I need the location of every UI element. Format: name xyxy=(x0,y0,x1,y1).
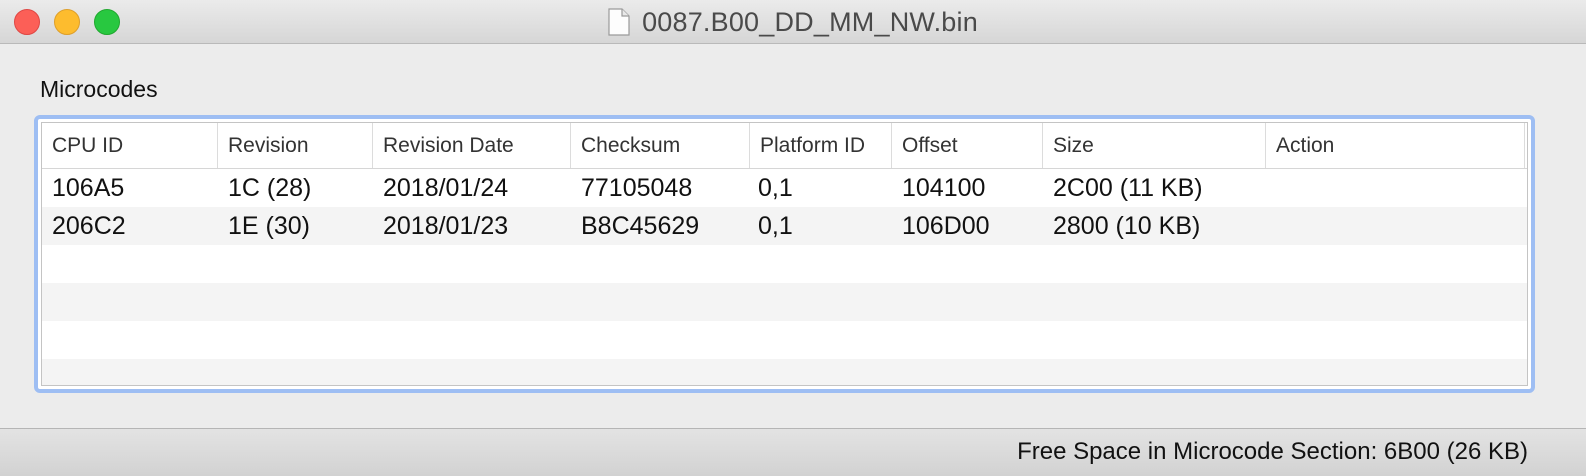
column-header-platform-id[interactable]: Platform ID xyxy=(750,123,892,168)
microcodes-label: Microcodes xyxy=(40,76,158,102)
empty-row xyxy=(42,245,1527,283)
column-header-offset[interactable]: Offset xyxy=(892,123,1043,168)
cell-offset: 104100 xyxy=(902,174,986,202)
empty-row xyxy=(42,359,1527,385)
free-space-status: Free Space in Microcode Section: 6B00 (2… xyxy=(1017,438,1528,465)
window-title: 0087.B00_DD_MM_NW.bin xyxy=(642,6,978,37)
cell-platform-id: 0,1 xyxy=(758,212,793,240)
table-header: CPU ID Revision Revision Date Checksum P… xyxy=(42,123,1527,169)
cell-revision-date: 2018/01/23 xyxy=(383,212,509,240)
empty-row xyxy=(42,283,1527,321)
table-body[interactable]: CPU ID Revision Revision Date Checksum P… xyxy=(41,122,1528,386)
cell-offset: 106D00 xyxy=(902,212,990,240)
title-bar[interactable]: 0087.B00_DD_MM_NW.bin xyxy=(0,0,1586,44)
document-icon xyxy=(608,8,630,36)
cell-size: 2C00 (11 KB) xyxy=(1053,174,1203,202)
empty-row xyxy=(42,321,1527,359)
cell-cpu-id: 206C2 xyxy=(52,212,126,240)
cell-cpu-id: 106A5 xyxy=(52,174,125,202)
column-header-action[interactable]: Action xyxy=(1266,123,1525,168)
cell-action[interactable] xyxy=(1266,207,1276,245)
cell-revision-date: 2018/01/24 xyxy=(383,174,509,202)
column-header-size[interactable]: Size xyxy=(1043,123,1266,168)
column-header-revision[interactable]: Revision xyxy=(218,123,373,168)
cell-checksum: B8C45629 xyxy=(581,212,700,240)
status-bar: Free Space in Microcode Section: 6B00 (2… xyxy=(0,428,1586,476)
cell-action[interactable] xyxy=(1266,169,1276,207)
table-row[interactable]: 206C2 1E (30) 2018/01/23 B8C45629 0,1 10… xyxy=(42,207,1527,245)
column-header-checksum[interactable]: Checksum xyxy=(571,123,750,168)
cell-checksum: 77105048 xyxy=(581,174,693,202)
column-header-revision-date[interactable]: Revision Date xyxy=(373,123,571,168)
cell-platform-id: 0,1 xyxy=(758,174,793,202)
cell-revision: 1C (28) xyxy=(228,174,312,202)
title-group: 0087.B00_DD_MM_NW.bin xyxy=(0,0,1586,44)
column-header-cpu-id[interactable]: CPU ID xyxy=(42,123,218,168)
table-row[interactable]: 106A5 1C (28) 2018/01/24 77105048 0,1 10… xyxy=(42,169,1527,207)
app-window: 0087.B00_DD_MM_NW.bin Microcodes CPU ID … xyxy=(0,0,1586,476)
cell-size: 2800 (10 KB) xyxy=(1053,212,1201,240)
cell-revision: 1E (30) xyxy=(228,212,310,240)
microcodes-table[interactable]: CPU ID Revision Revision Date Checksum P… xyxy=(34,115,1535,393)
